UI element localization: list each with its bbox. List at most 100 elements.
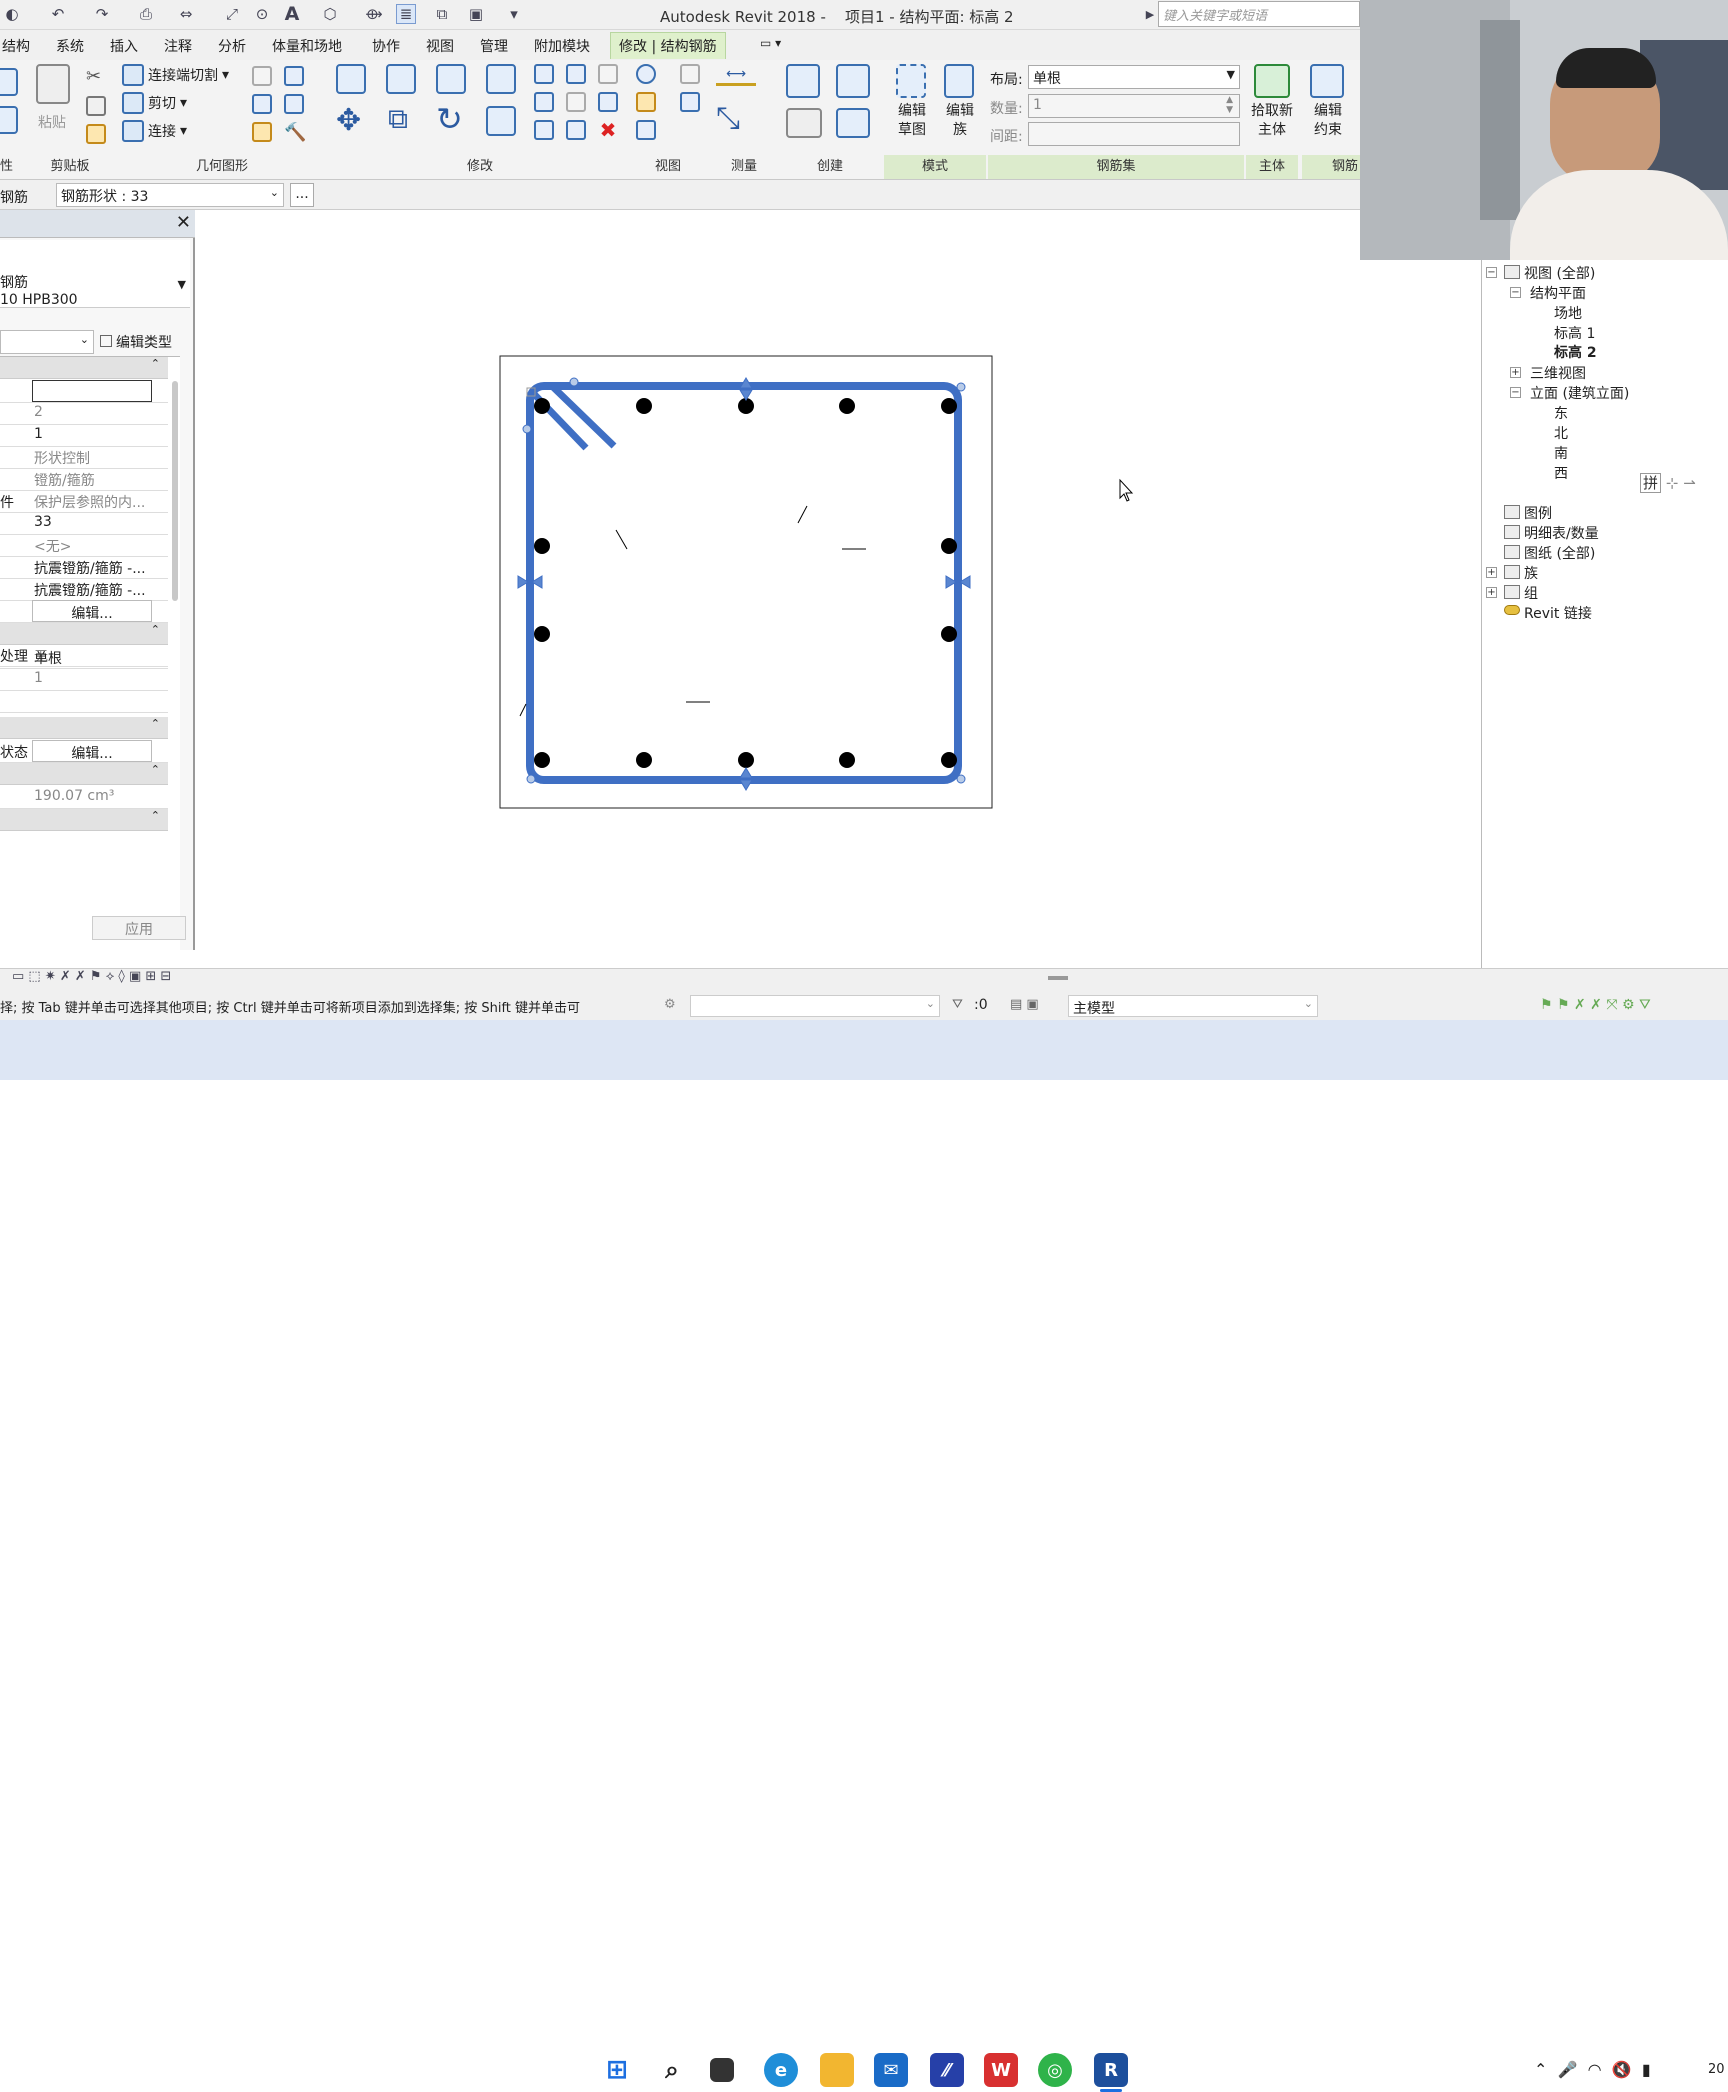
property-value[interactable] <box>32 380 152 402</box>
line-style-icon[interactable] <box>680 92 700 112</box>
mirror-pick-icon[interactable] <box>436 64 466 94</box>
cut-button[interactable]: 剪切 ▾ <box>122 92 187 114</box>
demolish-icon[interactable] <box>284 94 304 114</box>
edit-button[interactable]: 编辑... <box>32 600 152 622</box>
app-menu-icon[interactable]: ◐ <box>2 4 22 24</box>
view-filter-icon[interactable] <box>636 120 656 140</box>
tree-3d-views[interactable]: 三维视图 <box>1530 363 1586 383</box>
tree-legends[interactable]: 图例 <box>1524 503 1552 523</box>
edit-constraints-button[interactable]: 编辑 约束 <box>1302 102 1354 140</box>
drawing-area[interactable] <box>196 210 1481 968</box>
collapse-toggle[interactable]: − <box>1486 267 1497 278</box>
selection-filter-icons[interactable]: ⚑ ⚑ ✗ ✗ ⤧ ⚙ ⛛ <box>1540 997 1651 1013</box>
cut-join-button[interactable]: 连接端切割 ▾ <box>122 64 229 86</box>
tree-elev-south[interactable]: 南 <box>1554 443 1568 463</box>
edit-type-button[interactable]: 编辑类型 <box>100 332 172 352</box>
thin-lines-icon[interactable]: ≣ <box>396 4 416 24</box>
tree-plan-level-1[interactable]: 标高 1 <box>1554 323 1595 343</box>
switch-windows-icon[interactable]: ▣ <box>466 4 486 24</box>
tree-views-all[interactable]: 视图 (全部) <box>1524 263 1595 283</box>
spacing-input[interactable] <box>1028 122 1240 146</box>
expand-toggle[interactable]: + <box>1486 587 1497 598</box>
infocenter-arrow-icon[interactable]: ▶ <box>1140 4 1160 24</box>
editing-requests-icon[interactable]: ▤ ▣ <box>1010 997 1039 1012</box>
rebar-shape-select[interactable]: 钢筋形状 : 33 ⌄ <box>56 183 284 207</box>
edit-sketch-button[interactable]: 编辑 草图 <box>888 102 936 140</box>
property-value[interactable]: 抗震镫筋/箍筋 -... <box>32 578 152 600</box>
beam-join-icon[interactable] <box>252 122 272 142</box>
split-gap-icon[interactable] <box>566 64 586 84</box>
hide-icon[interactable] <box>636 64 656 84</box>
workset-icon[interactable]: ⚙ <box>664 997 684 1012</box>
paste-icon[interactable] <box>36 64 70 104</box>
search-input[interactable]: 键入关键字或短语 <box>1158 1 1360 27</box>
rotate-icon[interactable]: ↻ <box>436 103 463 135</box>
properties-icon[interactable] <box>0 68 18 96</box>
tab-systems[interactable]: 系统 <box>56 36 84 56</box>
drag-handle[interactable] <box>1048 976 1068 980</box>
create-parts-icon[interactable] <box>786 108 822 138</box>
ime-toolbar[interactable]: 拼 ⊹ ⇀ <box>1640 472 1714 493</box>
paint-icon[interactable] <box>284 66 304 86</box>
tree-sheets[interactable]: 图纸 (全部) <box>1524 543 1595 563</box>
section-header[interactable]: ⌃ <box>0 357 168 379</box>
measure-icon[interactable]: ⇔ <box>176 4 196 24</box>
edge-icon[interactable]: e <box>764 2053 798 2087</box>
align-dim-icon[interactable]: ⤢ <box>222 4 242 24</box>
print-icon[interactable]: ⎙ <box>136 4 156 24</box>
collapse-toggle[interactable]: − <box>1510 287 1521 298</box>
collapse-toggle[interactable]: − <box>1510 387 1521 398</box>
plan-view-svg[interactable] <box>196 210 1481 968</box>
tab-analyze[interactable]: 分析 <box>218 36 246 56</box>
copy-elements-icon[interactable]: ⧉ <box>388 104 408 134</box>
section-icon[interactable]: ⟴ <box>364 4 384 24</box>
create-group-icon[interactable] <box>836 64 870 98</box>
mirror-draw-icon[interactable] <box>486 64 516 94</box>
workset-select[interactable]: ⌄ <box>690 995 940 1017</box>
close-icon[interactable]: ✕ <box>176 212 191 233</box>
close-hidden-icon[interactable]: ⧉ <box>432 4 452 24</box>
shape-browser-button[interactable]: ... <box>290 183 314 207</box>
tree-plan-level-2[interactable]: 标高 2 <box>1554 342 1597 362</box>
linework-icon[interactable] <box>636 92 656 112</box>
paste-button[interactable]: 粘贴 <box>38 112 66 132</box>
pin-icon[interactable] <box>598 92 618 112</box>
property-value[interactable]: 抗震镫筋/箍筋 -... <box>32 556 152 578</box>
edit-sketch-icon[interactable] <box>896 64 926 98</box>
override-icon[interactable] <box>680 64 700 84</box>
tree-schedules[interactable]: 明细表/数量 <box>1524 523 1599 543</box>
tab-insert[interactable]: 插入 <box>110 36 138 56</box>
hammer-icon[interactable]: 🔨 <box>284 122 306 143</box>
pen-app-icon[interactable]: ⁄⁄ <box>930 2053 964 2087</box>
search-icon[interactable]: ⌕ <box>655 2053 689 2087</box>
edit-family-icon[interactable] <box>944 64 974 98</box>
align-icon[interactable] <box>336 64 366 94</box>
move-icon[interactable]: ✥ <box>336 106 361 136</box>
customize-qat-icon[interactable]: ▾ <box>504 4 524 24</box>
tab-view[interactable]: 视图 <box>426 36 454 56</box>
unpin-icon[interactable] <box>598 64 618 84</box>
filter-icon[interactable]: ⛛ <box>952 997 963 1012</box>
ribbon-toggle-icon[interactable]: ▭ ▾ <box>760 36 781 50</box>
properties-scrollbar[interactable] <box>172 381 178 601</box>
explorer-icon[interactable] <box>820 2053 854 2087</box>
edit-constraints-icon[interactable] <box>1310 64 1344 98</box>
trim-multiple-icon[interactable] <box>534 120 554 140</box>
trim-single-icon[interactable] <box>566 120 586 140</box>
tree-families[interactable]: 族 <box>1524 563 1538 583</box>
wall-joins-icon[interactable] <box>252 94 272 114</box>
column-section[interactable] <box>499 355 993 809</box>
offset-icon[interactable] <box>386 64 416 94</box>
pick-host-button[interactable]: 拾取新 主体 <box>1246 102 1298 140</box>
create-similar-icon[interactable] <box>786 64 820 98</box>
measure-distance-icon[interactable]: ⟷ <box>716 66 756 86</box>
section-header[interactable]: ⌃ <box>0 717 168 739</box>
property-value[interactable] <box>32 690 152 712</box>
redo-icon[interactable]: ↷ <box>92 4 112 24</box>
pick-host-icon[interactable] <box>1254 64 1290 98</box>
tab-collaborate[interactable]: 协作 <box>372 36 400 56</box>
tab-manage[interactable]: 管理 <box>480 36 508 56</box>
start-icon[interactable]: ⊞ <box>600 2053 634 2087</box>
copy-icon[interactable] <box>86 96 106 116</box>
tab-structure[interactable]: 结构 <box>2 36 30 56</box>
